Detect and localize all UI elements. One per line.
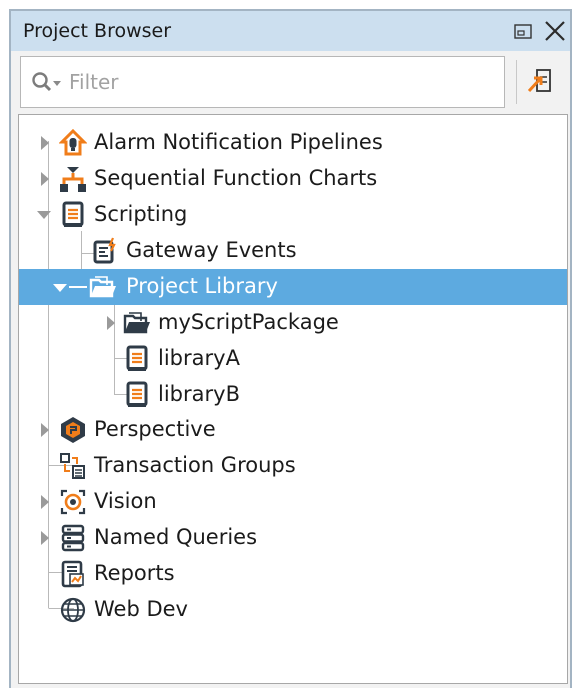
- folder-open-icon: [123, 309, 151, 337]
- scripting-icon: [59, 201, 87, 229]
- tree-item-gateway-events[interactable]: Gateway Events: [19, 233, 567, 269]
- tree-item-label: Named Queries: [94, 525, 258, 549]
- expand-arrow-icon[interactable]: [38, 530, 52, 546]
- project-browser-panel: Project Browser Filter Alarm Notificatio…: [0, 0, 574, 688]
- tree-item-label: Perspective: [94, 417, 216, 441]
- tree-item-named-queries[interactable]: Named Queries: [19, 520, 567, 556]
- link-with-editor-icon[interactable]: [526, 65, 558, 99]
- tree-item-transaction-groups[interactable]: Transaction Groups: [19, 448, 567, 484]
- reports-icon: [59, 560, 87, 588]
- web-dev-icon: [59, 596, 87, 624]
- gateway-events-icon: [91, 237, 119, 265]
- tree-item-libraryb[interactable]: libraryB: [19, 377, 567, 413]
- panel-body: Alarm Notification Pipelines Sequential …: [9, 51, 572, 688]
- tree-item-label: myScriptPackage: [158, 310, 339, 334]
- filter-input[interactable]: [69, 65, 489, 99]
- panel-title: Project Browser: [23, 20, 172, 42]
- expand-arrow-icon[interactable]: [104, 315, 118, 331]
- tree-item-label: Vision: [94, 489, 157, 513]
- script-document-icon: [123, 345, 151, 373]
- collapse-arrow-icon[interactable]: [36, 207, 51, 223]
- tree-item-label: libraryB: [158, 382, 240, 406]
- tree-item-label: Transaction Groups: [94, 453, 296, 477]
- tree-item-scripting[interactable]: Scripting: [19, 197, 567, 233]
- sfc-icon: [59, 165, 87, 193]
- expand-arrow-icon[interactable]: [38, 171, 52, 187]
- tree-item-label: Scripting: [94, 202, 188, 226]
- tree-item-label: Project Library: [126, 274, 278, 298]
- folder-open-icon: [89, 273, 117, 301]
- tree-item-label: Reports: [94, 561, 175, 585]
- tree-item-label: Gateway Events: [126, 238, 297, 262]
- named-queries-icon: [59, 524, 87, 552]
- tree-item-web-dev[interactable]: Web Dev: [19, 592, 567, 628]
- tree-item-sequential-function-charts[interactable]: Sequential Function Charts: [19, 161, 567, 197]
- tree-item-label: libraryA: [158, 346, 240, 370]
- window-restore-icon[interactable]: [514, 24, 532, 39]
- tree-item-vision[interactable]: Vision: [19, 484, 567, 520]
- tree-item-label: Alarm Notification Pipelines: [94, 130, 383, 154]
- collapse-arrow-icon[interactable]: [52, 281, 67, 297]
- expand-arrow-icon[interactable]: [38, 494, 52, 510]
- search-icon[interactable]: [31, 71, 63, 95]
- tree-item-myscriptpackage[interactable]: myScriptPackage: [19, 305, 567, 341]
- toolbar-separator: [516, 60, 517, 104]
- tree-item-reports[interactable]: Reports: [19, 556, 567, 592]
- tree-item-librarya[interactable]: libraryA: [19, 341, 567, 377]
- project-tree[interactable]: Alarm Notification Pipelines Sequential …: [18, 114, 568, 684]
- expand-arrow-icon[interactable]: [38, 422, 52, 438]
- tree-item-label: Web Dev: [94, 597, 188, 621]
- tree-connector: [69, 286, 87, 288]
- expand-arrow-icon[interactable]: [38, 135, 52, 151]
- perspective-icon: [59, 416, 87, 444]
- tree-item-alarm-notification-pipelines[interactable]: Alarm Notification Pipelines: [19, 125, 567, 161]
- tree-item-perspective[interactable]: Perspective: [19, 412, 567, 448]
- alarm-pipeline-icon: [58, 128, 88, 157]
- close-icon[interactable]: [542, 18, 568, 44]
- transaction-groups-icon: [59, 452, 87, 480]
- filter-field[interactable]: [20, 56, 505, 108]
- panel-title-bar[interactable]: Project Browser: [9, 9, 572, 51]
- tree-item-label: Sequential Function Charts: [94, 166, 378, 190]
- vision-icon: [59, 488, 87, 516]
- tree-item-project-library[interactable]: Project Library: [19, 269, 567, 305]
- script-document-icon: [123, 381, 151, 409]
